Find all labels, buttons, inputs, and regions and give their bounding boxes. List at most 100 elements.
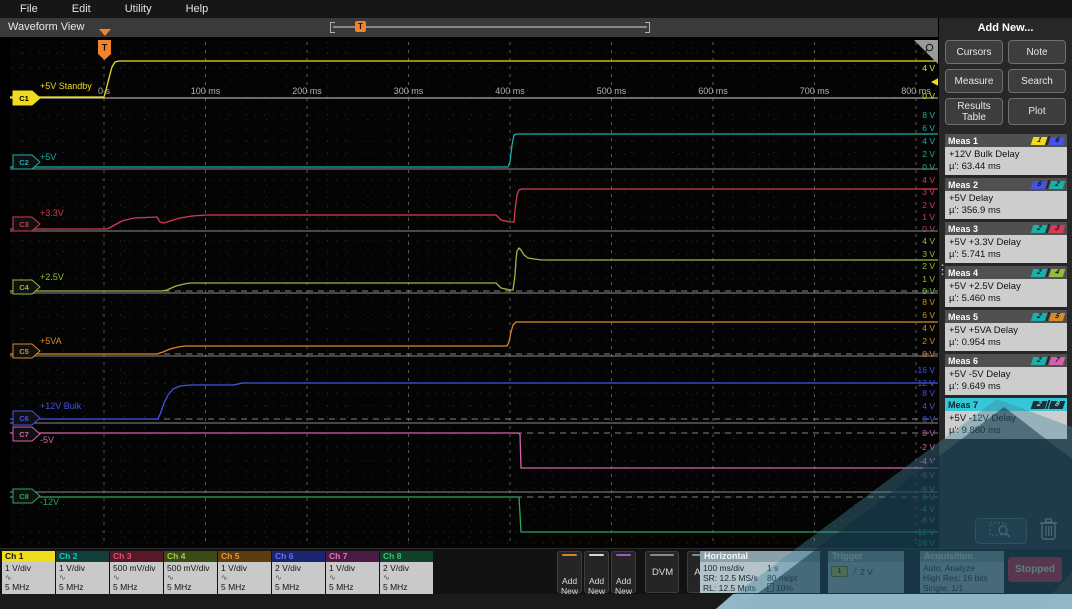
channel-config-badge[interactable]: Ch 21 V/div ∿ 5 MHz [56, 551, 109, 594]
channel-bandwidth: 5 MHz [221, 582, 246, 592]
channel-bandwidth: 5 MHz [59, 582, 84, 592]
trigger-badge[interactable]: Trigger 1 / 2 V [828, 551, 904, 593]
channel-scale: 1 V/div [5, 563, 31, 573]
horizontal-overview-bar[interactable]: T [330, 21, 650, 34]
axis-label: -4 V [919, 456, 935, 466]
waveform-trace-C3[interactable] [10, 188, 938, 230]
axis-label: 3 V [922, 187, 935, 197]
source-chip: 3 [1048, 224, 1066, 233]
panel-splitter-grip-icon[interactable]: ⋮ [936, 262, 949, 278]
bandwidth-icon: ∿ [59, 573, 66, 582]
measurement-badge[interactable]: Meas 4 2 4 +5V +2.5V Delay µ': 5.460 ms [945, 266, 1067, 307]
time-axis-label: 200 ms [292, 86, 322, 96]
dvm-button[interactable]: DVM [645, 551, 679, 593]
channel-config-badge[interactable]: Ch 51 V/div ∿ 5 MHz [218, 551, 271, 594]
measurement-value: µ': 5.741 ms [949, 248, 1001, 260]
bandwidth-icon: ∿ [275, 573, 282, 582]
dvm-label: DVM [652, 566, 674, 578]
zoom-mode-button[interactable] [975, 518, 1027, 544]
time-axis-label: 300 ms [394, 86, 424, 96]
run-stop-button[interactable]: Stopped [1008, 557, 1062, 582]
channel-config-name: Ch 2 [56, 551, 109, 562]
waveform-trace-C8[interactable] [10, 496, 938, 533]
measurement-badge[interactable]: Meas 3 2 3 +5V +3.3V Delay µ': 5.741 ms [945, 222, 1067, 263]
bandwidth-icon: ∿ [113, 573, 120, 582]
measurement-label: +5V -12V Delay [949, 413, 1016, 424]
channel-marker-label: C4 [19, 283, 29, 292]
measurement-name: Meas 1 [948, 135, 979, 146]
measurement-name: Meas 4 [948, 267, 979, 278]
source-chip: 6 [1048, 136, 1066, 145]
channel-config-badge[interactable]: Ch 62 V/div ∿ 5 MHz [272, 551, 325, 594]
axis-label: 2 V [922, 261, 935, 271]
waveform-plot-area[interactable]: 0 s 100 ms 200 ms 300 ms 400 ms 500 ms 600 ms 7… [10, 40, 946, 548]
channel-config-name: Ch 6 [272, 551, 325, 562]
waveform-graticule[interactable]: 0 s 100 ms 200 ms 300 ms 400 ms 500 ms 600 ms 7… [10, 40, 946, 548]
waveform-trace-C6[interactable] [10, 382, 938, 420]
waveform-trace-C5[interactable] [10, 321, 938, 355]
channel-config-badge[interactable]: Ch 4 500 mV/div ∿ 5 MHz [164, 551, 217, 594]
acquisition-title: Acquisition [920, 551, 1004, 562]
measurement-source-chips: 23 [1030, 224, 1066, 233]
measurement-badge[interactable]: Meas 6 2 7 +5V -5V Delay µ': 9.649 ms [945, 354, 1067, 395]
source-chip: 5 [1048, 312, 1066, 321]
math-accent-bar [562, 554, 577, 556]
trigger-level-arrow-icon[interactable] [931, 74, 946, 90]
channel-config-badge[interactable]: Ch 3 500 mV/div ∿ 5 MHz [110, 551, 163, 594]
trigger-position-arrow-icon[interactable] [99, 29, 111, 36]
measurement-source-chips: 16 [1030, 136, 1066, 145]
measurement-badge[interactable]: Meas 2 6 2 +5V Delay µ': 356.9 ms [945, 178, 1067, 219]
plot-button[interactable]: Plot [1008, 98, 1066, 125]
menu-utility[interactable]: Utility [125, 3, 152, 15]
bottom-settings-bar: Ch 11 V/div ∿ 5 MHz Ch 21 V/div ∿ 5 MHz Ch 3 50… [0, 548, 1072, 605]
channel-scale: 500 mV/div [167, 563, 210, 573]
horizontal-sample-rate: SR: 12.5 MS/s [703, 573, 758, 583]
channel-marker-label: C8 [19, 492, 29, 501]
channel-config-badge[interactable]: Ch 82 V/div ∿ 5 MHz [380, 551, 433, 594]
waveform-view-tab[interactable]: Waveform View [8, 21, 84, 33]
measurement-name: Meas 7 [948, 399, 979, 410]
measure-button[interactable]: Measure [945, 69, 1003, 93]
waveform-trace-C4[interactable] [10, 247, 938, 292]
axis-label: 1 V [922, 212, 935, 222]
measurement-value: µ': 9.880 ms [949, 424, 1001, 436]
axis-label: 12 V [918, 378, 936, 388]
overview-trigger-marker[interactable]: T [355, 21, 366, 32]
menu-help[interactable]: Help [186, 3, 209, 15]
add-new-bus-button[interactable]: Add New Bus [611, 551, 636, 605]
horizontal-badge[interactable]: Horizontal 100 ms/div 1 s SR: 12.5 MS/s 80… [700, 551, 820, 593]
channel-marker-label: C5 [19, 347, 29, 356]
channel-config-badge[interactable]: Ch 11 V/div ∿ 5 MHz [2, 551, 55, 594]
horizontal-duration: 1 s [767, 563, 779, 573]
axis-label: 2 V [922, 200, 935, 210]
measurement-name: Meas 3 [948, 223, 979, 234]
measurement-badge[interactable]: Meas 7 2 8 +5V -12V Delay µ': 9.880 ms [945, 398, 1067, 439]
waveform-trace-C7[interactable] [10, 432, 938, 469]
measurement-badge[interactable]: Meas 1 1 6 +12V Bulk Delay µ': 63.44 ms [945, 134, 1067, 175]
trash-button[interactable] [1035, 517, 1063, 544]
measurement-badge[interactable]: Meas 5 2 5 +5V +5VA Delay µ': 0.954 ms [945, 310, 1067, 351]
measurement-source-chips: 25 [1030, 312, 1066, 321]
channel-config-badge[interactable]: Ch 71 V/div ∿ 5 MHz [326, 551, 379, 594]
add-new-ref-button[interactable]: Add New Ref [584, 551, 609, 605]
add-new-math-button[interactable]: Add New Math [557, 551, 582, 605]
results-table-button[interactable]: Results Table [945, 98, 1003, 125]
channel-config-name: Ch 4 [164, 551, 217, 562]
oscilloscope-app: File Edit Utility Help Waveform View T 0… [0, 0, 1072, 609]
menu-bar: File Edit Utility Help [0, 0, 1072, 18]
view-tab-bar: Waveform View T [0, 18, 938, 37]
menu-edit[interactable]: Edit [72, 3, 91, 15]
time-axis-label: 100 ms [191, 86, 221, 96]
measurement-label: +12V Bulk Delay [949, 149, 1020, 160]
search-button[interactable]: Search [1008, 69, 1066, 93]
measurement-label: +5V +3.3V Delay [949, 237, 1021, 248]
overview-right-bracket[interactable] [645, 22, 650, 33]
cursors-button[interactable]: Cursors [945, 40, 1003, 64]
acquisition-badge[interactable]: Acquisition Auto, Analyze High Res: 16 b… [920, 551, 1004, 593]
source-chip: 8 [1048, 400, 1066, 409]
axis-label: -16 V [915, 538, 936, 548]
waveform-trace-C2[interactable] [10, 133, 938, 168]
note-button[interactable]: Note [1008, 40, 1066, 64]
measurement-value: µ': 0.954 ms [949, 336, 1001, 348]
menu-file[interactable]: File [20, 3, 38, 15]
